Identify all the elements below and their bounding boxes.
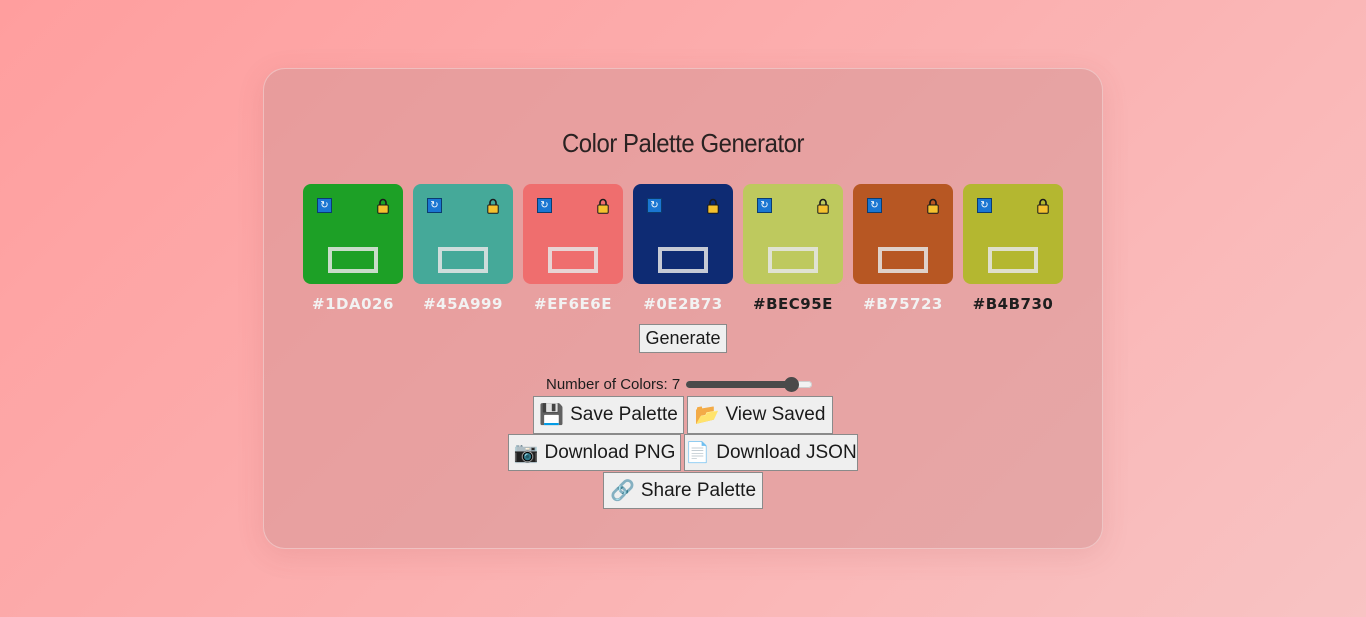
hex-color-input[interactable] — [328, 247, 378, 273]
folder-icon: 📂 — [694, 404, 720, 426]
swatch-column: ↻ #B4B730 — [963, 184, 1063, 313]
floppy-disk-icon: 💾 — [539, 404, 565, 426]
swatch-column: ↻ #B75723 — [853, 184, 953, 313]
download-png-label: Download PNG — [544, 441, 676, 463]
lock-icon[interactable] — [927, 198, 939, 214]
save-palette-label: Save Palette — [570, 404, 678, 425]
color-swatch[interactable]: ↻ — [963, 184, 1063, 284]
color-swatch[interactable]: ↻ — [523, 184, 623, 284]
color-swatch[interactable]: ↻ — [413, 184, 513, 284]
lock-icon[interactable] — [707, 198, 719, 214]
hex-color-input[interactable] — [438, 247, 488, 273]
swatch-column: ↻ #BEC95E — [743, 184, 843, 313]
hex-code-label: #1DA026 — [312, 295, 394, 313]
refresh-icon[interactable]: ↻ — [647, 198, 662, 213]
swatch-column: ↻ #0E2B73 — [633, 184, 733, 313]
lock-icon[interactable] — [377, 198, 389, 214]
refresh-icon[interactable]: ↻ — [977, 198, 992, 213]
lock-icon[interactable] — [1037, 198, 1049, 214]
refresh-icon[interactable]: ↻ — [757, 198, 772, 213]
color-count-label: Number of Colors: 7 — [546, 375, 681, 393]
link-icon: 🔗 — [609, 479, 635, 502]
hex-code-label: #EF6E6E — [534, 295, 612, 313]
download-png-button[interactable]: 📷 Download PNG — [508, 434, 681, 471]
download-json-button[interactable]: 📄 Download JSON — [684, 434, 858, 471]
camera-icon: 📷 — [513, 441, 539, 464]
refresh-icon[interactable]: ↻ — [537, 198, 552, 213]
share-palette-button[interactable]: 🔗 Share Palette — [603, 472, 763, 509]
hex-color-input[interactable] — [658, 247, 708, 273]
generate-button[interactable]: Generate — [639, 324, 727, 353]
palette-swatches: ↻ #1DA026 ↻ #45A999 ↻ #EF6E6E ↻ #0E2B73 ↻ #BEC95E… — [303, 184, 1063, 324]
hex-code-label: #0E2B73 — [643, 295, 723, 313]
slider-thumb[interactable] — [784, 376, 800, 392]
hex-code-label: #BEC95E — [753, 295, 833, 313]
hex-color-input[interactable] — [878, 247, 928, 273]
refresh-icon[interactable]: ↻ — [317, 198, 332, 213]
swatch-column: ↻ #1DA026 — [303, 184, 403, 313]
share-palette-label: Share Palette — [640, 479, 757, 501]
refresh-icon[interactable]: ↻ — [867, 198, 882, 213]
hex-code-label: #B75723 — [863, 295, 943, 313]
hex-color-input[interactable] — [988, 247, 1038, 273]
color-swatch[interactable]: ↻ — [633, 184, 733, 284]
color-count-control: Number of Colors: 7 — [546, 374, 813, 394]
color-swatch[interactable]: ↻ — [853, 184, 953, 284]
hex-color-input[interactable] — [768, 247, 818, 273]
color-swatch[interactable]: ↻ — [743, 184, 843, 284]
swatch-column: ↻ #EF6E6E — [523, 184, 623, 313]
lock-icon[interactable] — [597, 198, 609, 214]
refresh-icon[interactable]: ↻ — [427, 198, 442, 213]
document-icon: 📄 — [685, 441, 711, 464]
swatch-column: ↻ #45A999 — [413, 184, 513, 313]
color-swatch[interactable]: ↻ — [303, 184, 403, 284]
save-palette-button[interactable]: 💾 Save Palette — [533, 396, 684, 434]
download-json-label: Download JSON — [716, 441, 857, 463]
slider-fill — [686, 380, 792, 388]
generate-label: Generate — [645, 328, 721, 348]
hex-color-input[interactable] — [548, 247, 598, 273]
hex-code-label: #45A999 — [423, 295, 503, 313]
lock-icon[interactable] — [817, 198, 829, 214]
color-count-slider[interactable] — [686, 376, 813, 392]
view-saved-label: View Saved — [725, 404, 826, 425]
hex-code-label: #B4B730 — [972, 295, 1054, 313]
view-saved-button[interactable]: 📂 View Saved — [687, 396, 833, 434]
lock-icon[interactable] — [487, 198, 499, 214]
page-title: Color Palette Generator — [561, 128, 805, 158]
